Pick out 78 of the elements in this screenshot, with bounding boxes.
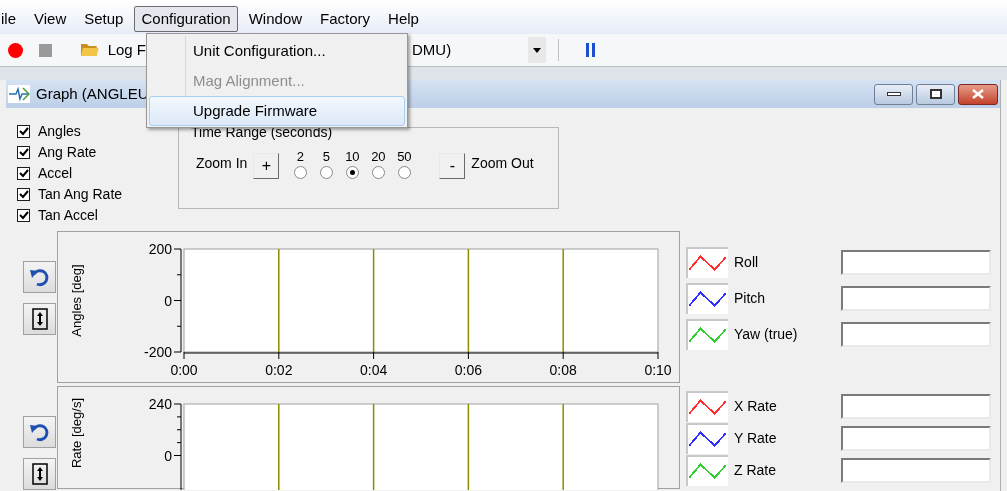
checkbox-label: Tan Ang Rate [38, 185, 123, 204]
x-tick-label: 0:08 [549, 362, 577, 378]
undo-icon [28, 267, 51, 287]
radio-button[interactable] [397, 166, 411, 179]
stop-icon[interactable] [39, 43, 52, 57]
checkbox[interactable] [17, 167, 30, 180]
value-field[interactable] [841, 249, 991, 275]
menu-entry[interactable]: Unit Configuration... [149, 36, 405, 66]
record-icon[interactable] [8, 42, 23, 58]
checkbox[interactable] [17, 125, 30, 138]
radio-button[interactable] [371, 166, 385, 179]
menu-item[interactable]: Configuration [134, 5, 238, 32]
legend-label: Y Rate [734, 428, 778, 448]
checkbox-label: Tan Accel [38, 206, 98, 225]
radio-label: 2 [296, 150, 304, 164]
y-axis-label: Rate [deg/s] [69, 398, 84, 469]
menu-item[interactable]: Factory [313, 5, 378, 32]
window-title: Graph (ANGLEU [36, 83, 149, 104]
autoscale-button[interactable] [23, 458, 56, 490]
value-field[interactable] [841, 457, 991, 483]
zoom-in-label: Zoom In [196, 154, 248, 173]
checkbox[interactable] [17, 146, 30, 159]
menu-item[interactable]: Window [241, 5, 310, 32]
radio-label: 50 [397, 150, 412, 164]
zoom-out-label: Zoom Out [471, 154, 534, 173]
value-field[interactable] [841, 321, 991, 347]
checkbox-label: Accel [38, 164, 73, 183]
y-tick-label: 0 [164, 292, 172, 309]
close-icon [972, 89, 984, 99]
y-tick-label: 240 [148, 396, 172, 412]
radio-button[interactable] [345, 166, 359, 179]
zoom-out-button[interactable]: - [439, 153, 466, 179]
restore-button[interactable] [916, 83, 955, 105]
device-combo[interactable]: DMU) [410, 37, 546, 63]
radio-label: 10 [345, 150, 360, 164]
log-button[interactable]: Log F [80, 38, 146, 62]
checkbox[interactable] [17, 209, 30, 222]
vertical-arrows-icon [31, 463, 48, 485]
pause-icon[interactable] [586, 43, 595, 57]
x-tick-label: 0:04 [360, 362, 388, 378]
undo-icon [28, 422, 51, 442]
legend-label: Yaw (true) [734, 324, 799, 344]
x-tick-label: 0:02 [265, 362, 293, 378]
value-field[interactable] [841, 285, 991, 311]
menu-item[interactable]: View [27, 5, 74, 32]
radio-label: 20 [371, 150, 386, 164]
autoscale-button[interactable] [23, 303, 56, 335]
radio-button[interactable] [293, 166, 307, 179]
y-tick-label: 0 [164, 447, 172, 464]
radio-label: 5 [322, 150, 330, 164]
legend-label: Z Rate [734, 460, 777, 480]
reset-button[interactable] [23, 261, 56, 293]
y-axis-label: Angles [deg] [69, 264, 84, 337]
folder-icon [80, 42, 100, 58]
x-tick-label: 0:00 [170, 362, 198, 378]
value-field[interactable] [841, 393, 991, 419]
value-field[interactable] [841, 425, 991, 451]
vertical-arrows-icon [31, 308, 48, 330]
checkbox-label: Angles [38, 122, 81, 141]
window-icon [8, 85, 30, 103]
legend-label: X Rate [734, 396, 778, 416]
zoom-in-button[interactable]: + [253, 153, 280, 179]
close-button[interactable] [958, 83, 998, 105]
y-tick-label: 200 [148, 241, 172, 257]
radio-button[interactable] [319, 166, 333, 179]
legend-label: Roll [734, 252, 760, 272]
minimize-button[interactable] [874, 83, 913, 105]
menu-item[interactable]: Setup [77, 5, 131, 32]
legend-label: Pitch [734, 288, 767, 308]
y-tick-label: -200 [143, 344, 172, 360]
x-tick-label: 0:06 [454, 362, 482, 378]
reset-button[interactable] [23, 416, 56, 448]
menu-item[interactable]: ile [0, 5, 23, 32]
checkbox[interactable] [17, 188, 30, 201]
x-tick-label: 0:10 [644, 362, 672, 378]
menu-item[interactable]: Help [381, 5, 426, 32]
menu-entry[interactable]: Upgrade Firmware [149, 96, 405, 126]
checkbox-label: Ang Rate [38, 143, 97, 162]
